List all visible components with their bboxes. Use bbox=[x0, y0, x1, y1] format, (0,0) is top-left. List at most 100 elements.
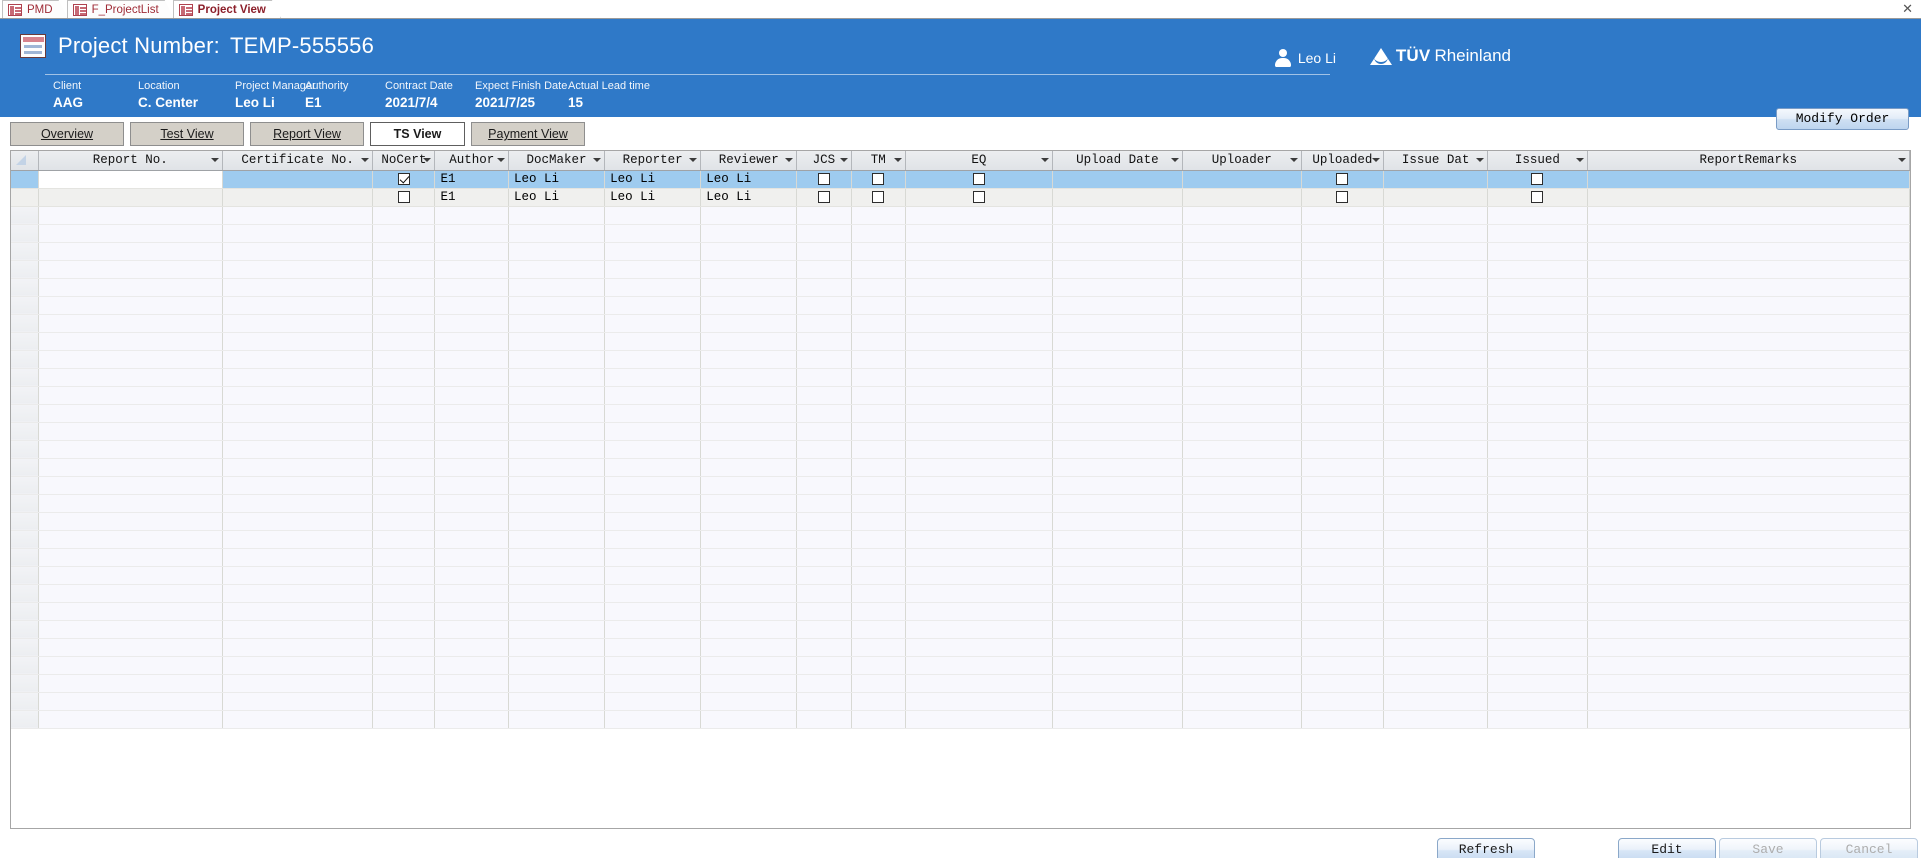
refresh-button[interactable]: Refresh bbox=[1437, 838, 1535, 858]
cell-remarks[interactable] bbox=[1587, 170, 1910, 189]
cell-reporter[interactable]: Leo Li bbox=[604, 188, 702, 207]
column-header-uploaded[interactable]: Uploaded bbox=[1301, 151, 1385, 171]
cell-docmaker[interactable]: Leo Li bbox=[508, 170, 606, 189]
cell-empty bbox=[1052, 314, 1183, 333]
edit-button[interactable]: Edit bbox=[1618, 838, 1716, 858]
column-header-remarks[interactable]: ReportRemarks bbox=[1587, 151, 1910, 171]
checkbox-tm[interactable] bbox=[872, 190, 885, 203]
filter-dropdown-icon[interactable] bbox=[1040, 158, 1049, 163]
cell-report-no[interactable] bbox=[38, 170, 223, 189]
checkbox-uploaded[interactable] bbox=[1336, 190, 1349, 203]
checkbox-issued[interactable] bbox=[1531, 172, 1544, 185]
tab-test-view[interactable]: Test View bbox=[130, 122, 244, 146]
cell-docmaker[interactable]: Leo Li bbox=[508, 188, 606, 207]
filter-dropdown-icon[interactable] bbox=[496, 158, 505, 163]
cell-certificate[interactable] bbox=[222, 188, 374, 207]
column-header-eq[interactable]: EQ bbox=[905, 151, 1053, 171]
column-header-uploader[interactable]: Uploader bbox=[1182, 151, 1302, 171]
cell-author[interactable]: E1 bbox=[434, 170, 509, 189]
filter-dropdown-icon[interactable] bbox=[1575, 158, 1584, 163]
column-header-issued[interactable]: Issued bbox=[1487, 151, 1588, 171]
select-all-corner[interactable] bbox=[11, 151, 39, 171]
summary-field-value: C. Center bbox=[138, 95, 199, 110]
cell-reviewer[interactable]: Leo Li bbox=[700, 188, 798, 207]
cell-uploader[interactable] bbox=[1182, 188, 1302, 207]
cell-issue-date[interactable] bbox=[1383, 188, 1489, 207]
cell-uploaded[interactable] bbox=[1301, 170, 1385, 189]
filter-dropdown-icon[interactable] bbox=[1372, 158, 1381, 163]
filter-dropdown-icon[interactable] bbox=[1476, 158, 1485, 163]
column-header-author[interactable]: Author bbox=[434, 151, 509, 171]
filter-dropdown-icon[interactable] bbox=[689, 158, 698, 163]
cell-eq[interactable] bbox=[905, 170, 1053, 189]
checkbox-jcs[interactable] bbox=[817, 172, 830, 185]
table-row[interactable]: E1 Leo Li Leo Li Leo Li bbox=[11, 170, 1910, 189]
cell-issued[interactable] bbox=[1487, 188, 1588, 207]
table-row[interactable]: E1 Leo Li Leo Li Leo Li bbox=[11, 188, 1910, 207]
cell-reporter[interactable]: Leo Li bbox=[604, 170, 702, 189]
row-selector[interactable] bbox=[11, 170, 39, 189]
filter-dropdown-icon[interactable] bbox=[1289, 158, 1298, 163]
column-header-certificate[interactable]: Certificate No. bbox=[222, 151, 374, 171]
cell-empty bbox=[1587, 404, 1910, 423]
filter-dropdown-icon[interactable] bbox=[893, 158, 902, 163]
column-header-reporter[interactable]: Reporter bbox=[604, 151, 702, 171]
filter-dropdown-icon[interactable] bbox=[785, 158, 794, 163]
filter-dropdown-icon[interactable] bbox=[423, 158, 432, 163]
cell-empty bbox=[1182, 368, 1302, 387]
cell-eq[interactable] bbox=[905, 188, 1053, 207]
cell-issue-date[interactable] bbox=[1383, 170, 1489, 189]
checkbox-nocert[interactable] bbox=[397, 172, 410, 185]
column-header-nocert[interactable]: NoCert bbox=[372, 151, 436, 171]
cell-jcs[interactable] bbox=[796, 188, 852, 207]
cell-tm[interactable] bbox=[851, 188, 906, 207]
filter-dropdown-icon[interactable] bbox=[210, 158, 219, 163]
checkbox-nocert[interactable] bbox=[397, 190, 410, 203]
tab-payment-view[interactable]: Payment View bbox=[471, 122, 585, 146]
column-header-tm[interactable]: TM bbox=[851, 151, 906, 171]
checkbox-uploaded[interactable] bbox=[1336, 172, 1349, 185]
checkbox-jcs[interactable] bbox=[817, 190, 830, 203]
cell-certificate[interactable] bbox=[222, 170, 374, 189]
cell-nocert[interactable] bbox=[372, 188, 436, 207]
filter-dropdown-icon[interactable] bbox=[839, 158, 848, 163]
checkbox-tm[interactable] bbox=[872, 172, 885, 185]
document-tab-pmd[interactable]: PMD bbox=[2, 0, 68, 18]
tab-overview[interactable]: Overview bbox=[10, 122, 124, 146]
checkbox-eq[interactable] bbox=[972, 172, 985, 185]
modify-order-button[interactable]: Modify Order bbox=[1776, 108, 1909, 130]
column-header-docmaker[interactable]: DocMaker bbox=[508, 151, 606, 171]
cell-uploader[interactable] bbox=[1182, 170, 1302, 189]
checkbox-issued[interactable] bbox=[1531, 190, 1544, 203]
column-header-label: Issued bbox=[1514, 153, 1560, 168]
filter-dropdown-icon[interactable] bbox=[361, 158, 370, 163]
filter-dropdown-icon[interactable] bbox=[593, 158, 602, 163]
cell-nocert[interactable] bbox=[372, 170, 436, 189]
column-header-issue-date[interactable]: Issue Dat bbox=[1383, 151, 1489, 171]
cell-issued[interactable] bbox=[1487, 170, 1588, 189]
cell-uploaded[interactable] bbox=[1301, 188, 1385, 207]
cell-jcs[interactable] bbox=[796, 170, 852, 189]
filter-dropdown-icon[interactable] bbox=[1898, 158, 1906, 163]
checkbox-eq[interactable] bbox=[972, 190, 985, 203]
cell-upload-date[interactable] bbox=[1052, 188, 1183, 207]
document-tab-project-view[interactable]: Project View bbox=[173, 0, 281, 18]
filter-dropdown-icon[interactable] bbox=[1170, 158, 1179, 163]
cell-reviewer[interactable]: Leo Li bbox=[700, 170, 798, 189]
row-selector[interactable] bbox=[11, 188, 39, 207]
cell-author[interactable]: E1 bbox=[434, 188, 509, 207]
document-tab-f-projectlist[interactable]: F_ProjectList bbox=[67, 0, 174, 18]
cell-report-no[interactable] bbox=[38, 188, 223, 207]
cell-upload-date[interactable] bbox=[1052, 170, 1183, 189]
column-header-report-no[interactable]: Report No. bbox=[38, 151, 223, 171]
column-header-jcs[interactable]: JCS bbox=[796, 151, 852, 171]
tab-report-view[interactable]: Report View bbox=[250, 122, 364, 146]
current-user[interactable]: Leo Li bbox=[1274, 49, 1336, 67]
column-header-upload-date[interactable]: Upload Date bbox=[1052, 151, 1183, 171]
cell-tm[interactable] bbox=[851, 170, 906, 189]
cell-empty bbox=[222, 332, 374, 351]
tab-ts-view[interactable]: TS View bbox=[370, 122, 465, 146]
close-icon[interactable]: ✕ bbox=[1902, 2, 1913, 15]
column-header-reviewer[interactable]: Reviewer bbox=[700, 151, 798, 171]
cell-remarks[interactable] bbox=[1587, 188, 1910, 207]
